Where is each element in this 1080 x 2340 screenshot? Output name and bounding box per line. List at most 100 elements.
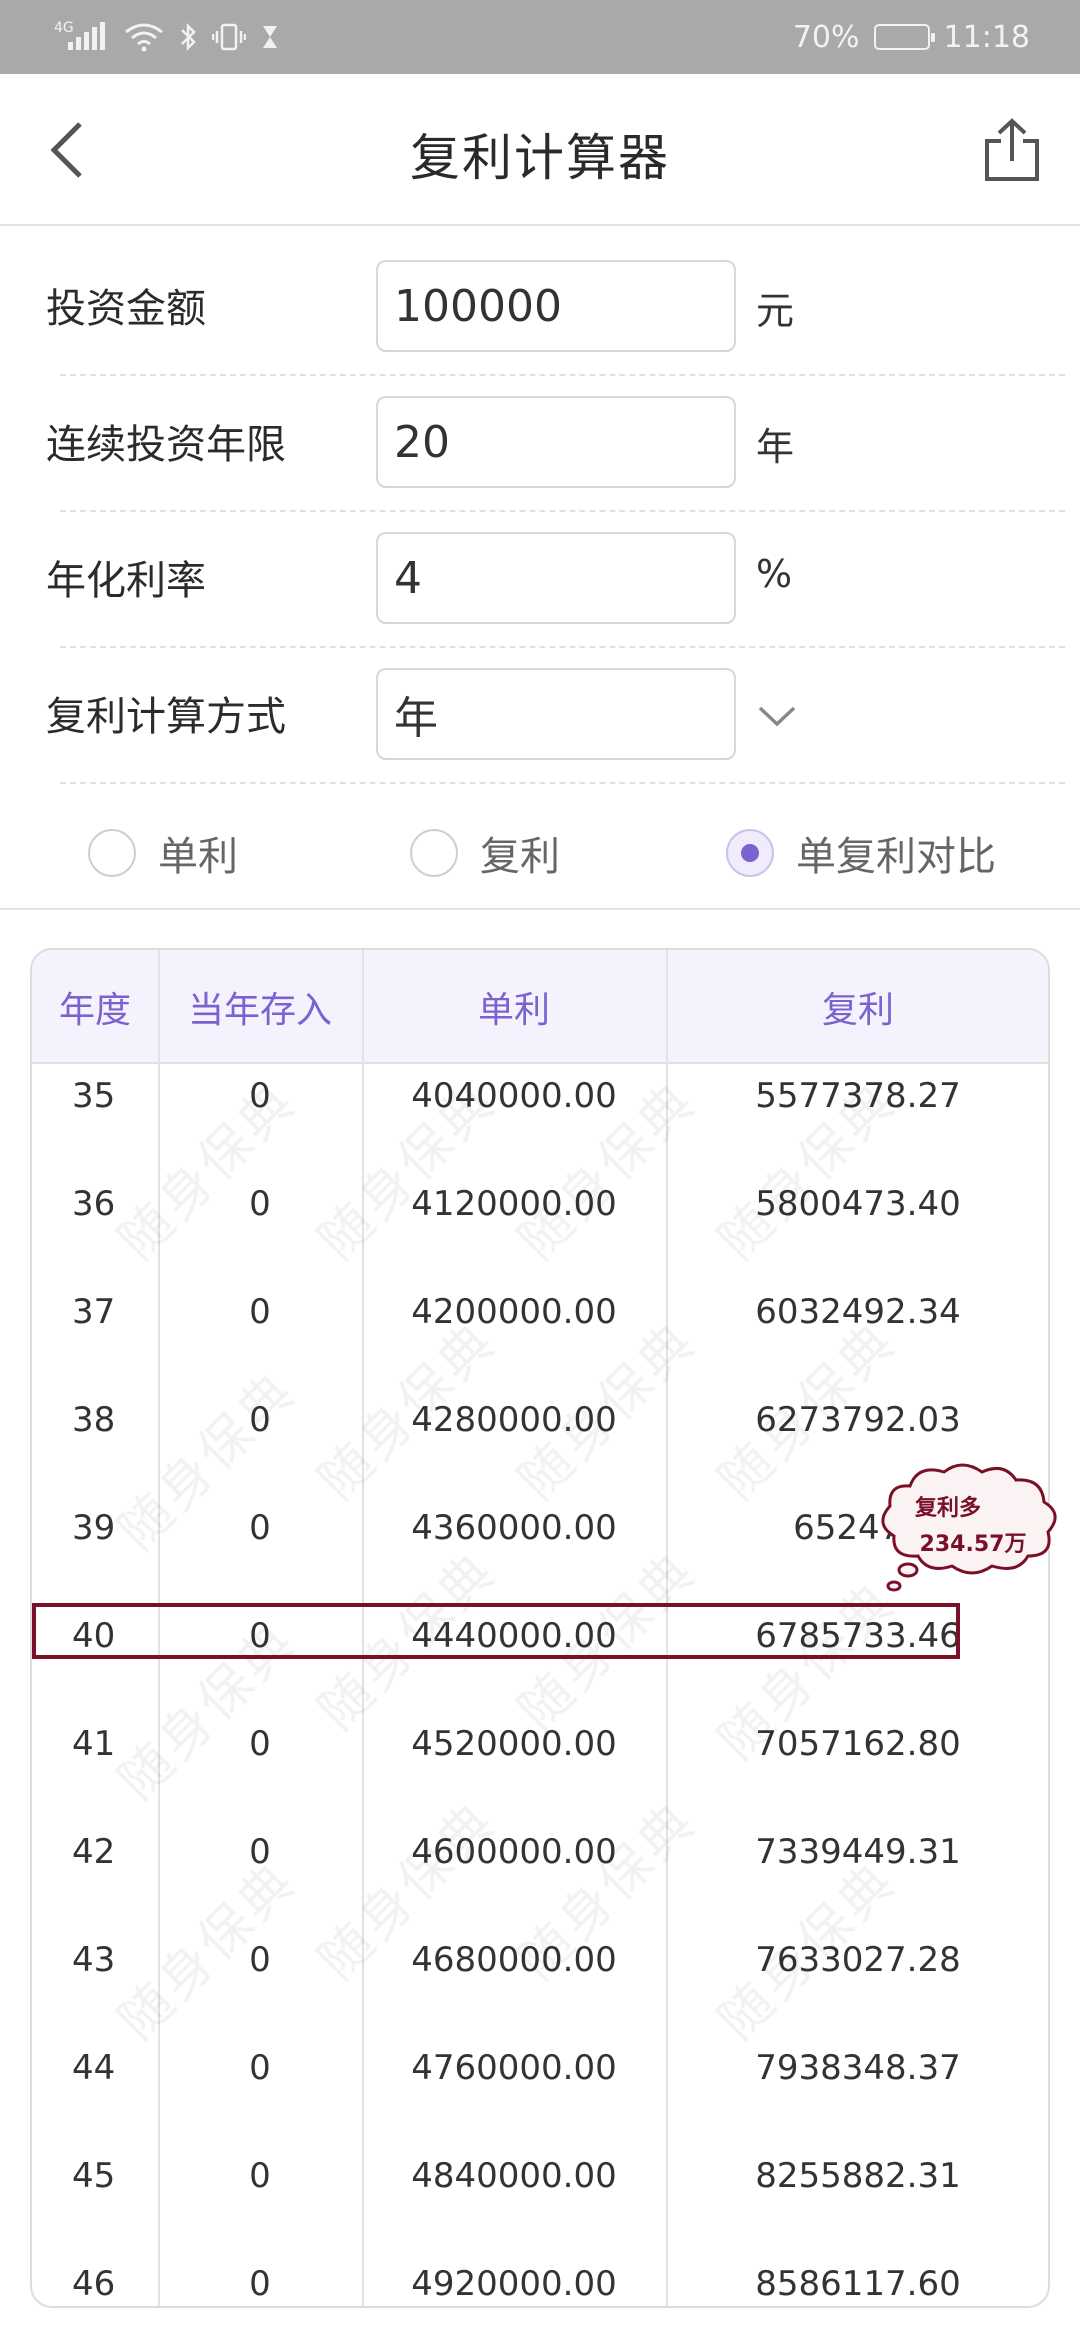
header-year: 年度 [58,990,131,1031]
cell-simple: 4520000.00 [411,1724,617,1764]
radio-label: 复利 [480,834,560,880]
cell-compound: 7057162.80 [755,1724,961,1764]
cell-deposit: 0 [249,2156,271,2196]
cell-compound: 6032492.34 [755,1292,961,1332]
signal-icon: 4G [54,20,110,52]
radio-circle [410,829,458,877]
table-row[interactable]: 35 0 4040000.00 5577378.27 [32,1064,1048,1172]
cell-year: 35 [72,1076,116,1116]
cell-deposit: 0 [249,1076,271,1116]
rate-input[interactable]: 4 [376,532,736,624]
cell-deposit: 0 [249,2264,271,2304]
table-row[interactable]: 44 0 4760000.00 7938348.37 [32,2036,1048,2144]
battery-percent: 70% [792,19,860,55]
years-unit: 年 [756,425,795,469]
cell-compound: 7938348.37 [755,2048,961,2088]
cell-year: 37 [72,1292,116,1332]
cell-year: 45 [72,2156,116,2196]
table-header: 年度 当年存入 单利 复利 [32,950,1048,1064]
form-row-amount: 投资金额 100000 元 [46,240,1065,376]
table-row[interactable]: 42 0 4600000.00 7339449.31 [32,1820,1048,1928]
cell-year: 36 [72,1184,116,1224]
amount-input[interactable]: 100000 [376,260,736,352]
cell-compound: 8586117.60 [755,2264,961,2304]
cell-simple: 4600000.00 [411,1832,617,1872]
cell-simple: 4120000.00 [411,1184,617,1224]
radio-compound[interactable]: 复利 [410,824,560,882]
amount-unit: 元 [756,289,795,333]
mode-radio-group: 单利 复利 单复利对比 [0,786,1080,910]
share-icon [985,118,1039,181]
vibrate-icon [212,22,246,52]
table-row[interactable]: 41 0 4520000.00 7057162.80 [32,1712,1048,1820]
radio-simple[interactable]: 单利 [88,824,238,882]
cell-simple: 4680000.00 [411,1940,617,1980]
rate-label: 年化利率 [46,558,206,604]
form-row-years: 连续投资年限 20 年 [46,376,1065,512]
cell-deposit: 0 [249,1184,271,1224]
network-type: 4G [54,20,74,36]
radio-circle [88,829,136,877]
rate-unit: % [756,552,793,596]
cell-deposit: 0 [249,1940,271,1980]
cell-deposit: 0 [249,1292,271,1332]
chevron-down-icon[interactable] [752,690,802,740]
radio-circle [726,829,774,877]
cell-year: 44 [72,2048,116,2088]
table-body[interactable]: 35 0 4040000.00 5577378.27 36 0 4120000.00 5800… [32,1064,1048,2306]
radio-compare[interactable]: 单复利对比 [726,824,996,882]
cell-compound: 7633027.28 [755,1940,961,1980]
header-deposit: 当年存入 [187,990,332,1031]
cell-compound: 5800473.40 [755,1184,961,1224]
cell-year: 39 [72,1508,116,1548]
status-bar-left: 4G [54,20,280,52]
form-row-method: 复利计算方式 年 [46,648,1065,784]
method-label: 复利计算方式 [46,694,286,740]
callout-line1: 复利多 [914,1496,981,1521]
table-row[interactable]: 37 0 4200000.00 6032492.34 [32,1280,1048,1388]
cell-year: 42 [72,1832,116,1872]
table-row[interactable]: 36 0 4120000.00 5800473.40 [32,1172,1048,1280]
form-row-rate: 年化利率 4 % [46,512,1065,648]
cell-year: 46 [72,2264,116,2304]
header-compound: 复利 [821,990,894,1031]
cell-deposit: 0 [249,1400,271,1440]
cell-simple: 4200000.00 [411,1292,617,1332]
cell-simple: 4040000.00 [411,1076,617,1116]
nav-bar: 复利计算器 [0,74,1080,226]
page-title: 复利计算器 [410,129,670,187]
cell-simple: 4840000.00 [411,2156,617,2196]
years-label: 连续投资年限 [46,422,286,468]
cell-simple: 4920000.00 [411,2264,617,2304]
method-select[interactable]: 年 [376,668,736,760]
cell-deposit: 0 [249,1508,271,1548]
cell-compound: 5577378.27 [755,1076,961,1116]
years-input[interactable]: 20 [376,396,736,488]
status-bar-right: 70% 11:18 [793,20,1030,55]
hourglass-icon [260,23,280,51]
table-row[interactable]: 43 0 4680000.00 7633027.28 [32,1928,1048,2036]
cell-deposit: 0 [249,1724,271,1764]
amount-label: 投资金额 [46,286,206,332]
cell-year: 43 [72,1940,116,1980]
highlight-box [32,1603,960,1659]
cell-simple: 4280000.00 [411,1400,617,1440]
share-button[interactable] [974,112,1050,188]
status-bar: 4G 70% 11:18 [0,0,1080,74]
cell-year: 38 [72,1400,116,1440]
cell-simple: 4360000.00 [411,1508,617,1548]
table-row[interactable]: 46 0 4920000.00 8586117.60 [32,2252,1048,2306]
radio-label: 单复利对比 [796,834,996,880]
bluetooth-icon [178,22,198,52]
wifi-icon [124,22,164,52]
radio-label: 单利 [158,834,238,880]
callout-bubble: 复利多 234.57万 [870,1460,1066,1598]
cell-compound: 8255882.31 [755,2156,961,2196]
header-simple: 单利 [477,990,550,1031]
table-row[interactable]: 45 0 4840000.00 8255882.31 [32,2144,1048,2252]
callout-line2: 234.57万 [919,1532,1027,1557]
cell-deposit: 0 [249,1832,271,1872]
cell-simple: 4760000.00 [411,2048,617,2088]
cell-deposit: 0 [249,2048,271,2088]
cell-compound: 7339449.31 [755,1832,961,1872]
